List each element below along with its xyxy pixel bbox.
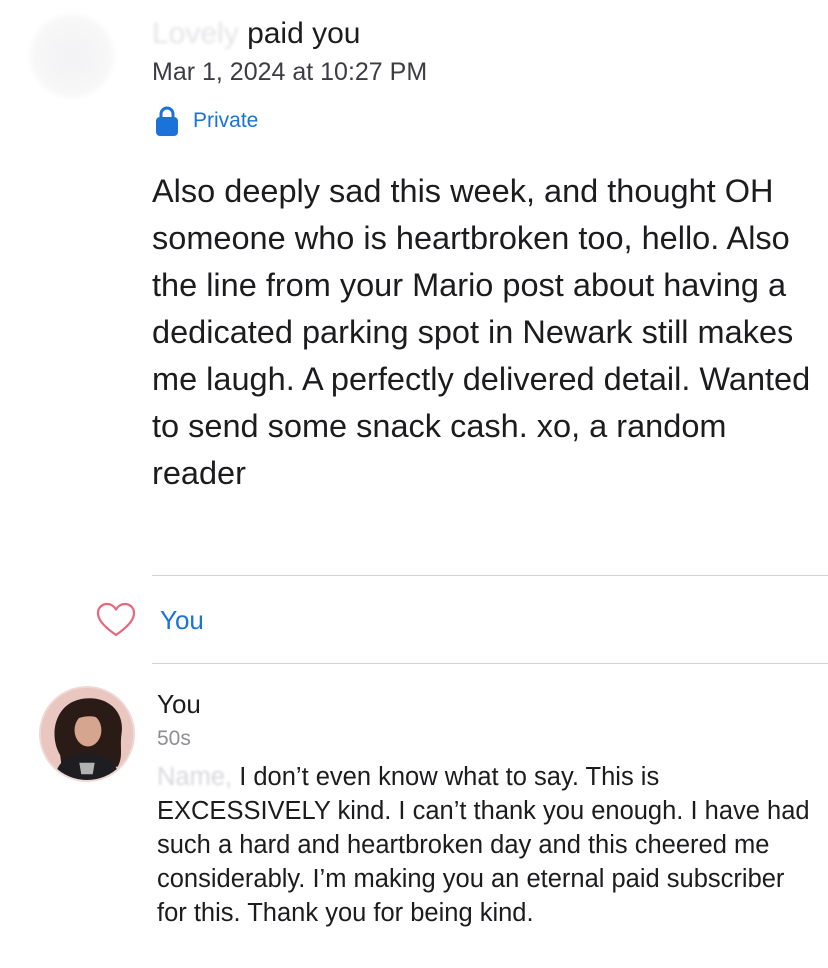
lock-icon <box>156 106 178 136</box>
likes-row[interactable]: You <box>96 598 204 642</box>
reply-author-name[interactable]: You <box>157 686 201 722</box>
redacted-sender-name: Lovely <box>152 17 239 50</box>
reply-body: I don’t even know what to say. This is E… <box>157 763 810 927</box>
avatar-image <box>41 688 133 780</box>
payment-title-suffix: paid you <box>247 17 361 50</box>
reply-text: Name, I don’t even know what to say. Thi… <box>157 760 817 930</box>
heart-outline-icon[interactable] <box>96 602 136 638</box>
divider <box>152 575 828 576</box>
payment-message: Also deeply sad this week, and thought O… <box>152 173 811 491</box>
reply-timestamp: 50s <box>157 727 191 750</box>
liker-name[interactable]: You <box>160 605 204 636</box>
redacted-recipient-name: Name, <box>157 763 233 791</box>
privacy-label: Private <box>193 109 259 132</box>
sender-avatar[interactable] <box>30 14 114 98</box>
reply-author-avatar[interactable] <box>39 686 135 782</box>
privacy-indicator[interactable]: Private <box>155 104 258 138</box>
payment-title: Lovely paid you <box>152 14 361 54</box>
payment-detail-screen: Lovely paid you Mar 1, 2024 at 10:27 PM … <box>0 0 828 968</box>
divider <box>152 663 828 664</box>
payment-date: Mar 1, 2024 at 10:27 PM <box>152 58 428 86</box>
